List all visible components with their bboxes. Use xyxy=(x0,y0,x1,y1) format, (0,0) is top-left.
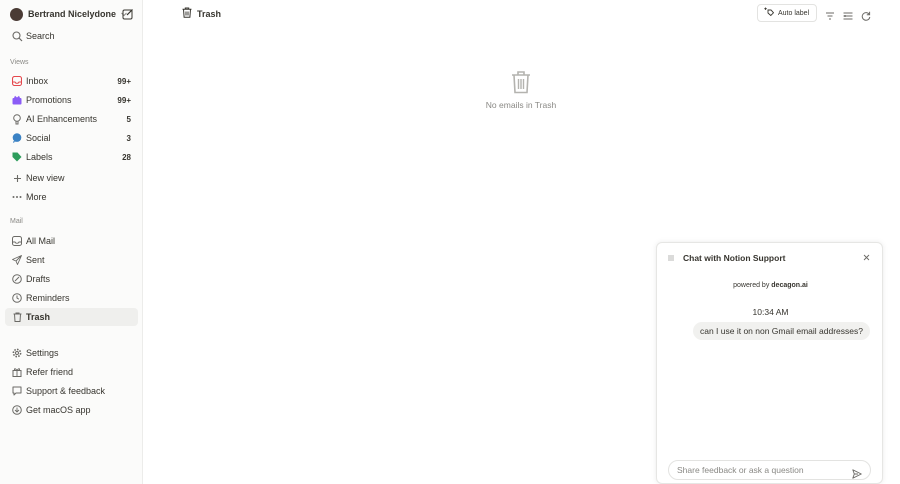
sidebar-item-settings[interactable]: Settings xyxy=(5,344,138,362)
sidebar-item-label: Trash xyxy=(26,312,51,322)
social-icon xyxy=(9,130,25,146)
sidebar-item-label: Support & feedback xyxy=(26,386,106,396)
sidebar-item-label: Labels xyxy=(26,152,53,162)
powered-by: powered by decagon.ai xyxy=(657,282,884,289)
sidebar-item-inbox[interactable]: Inbox 99+ xyxy=(5,72,138,90)
search-label: Search xyxy=(26,31,55,41)
sidebar-item-label: More xyxy=(26,192,47,202)
promotions-icon xyxy=(9,92,25,108)
sidebar-item-support[interactable]: Support & feedback xyxy=(5,382,138,400)
chat-input[interactable] xyxy=(677,465,847,475)
search-icon xyxy=(9,28,25,44)
page-header: Trash xyxy=(182,7,221,21)
account-name: Bertrand Nicelydone xyxy=(28,9,117,19)
magic-tag-icon xyxy=(764,4,775,22)
sidebar-item-label: New view xyxy=(26,173,65,183)
mail-section-label: Mail xyxy=(10,218,23,225)
sidebar-item-label: Drafts xyxy=(26,274,51,284)
empty-state: No emails in Trash xyxy=(470,70,572,110)
compose-icon[interactable] xyxy=(122,7,134,20)
user-message-bubble: can I use it on non Gmail email addresse… xyxy=(692,322,870,340)
download-icon xyxy=(9,402,25,418)
reminders-icon xyxy=(9,290,25,306)
chat-bubble-icon xyxy=(9,383,25,399)
sidebar-item-label: Sent xyxy=(26,255,45,265)
sidebar-item-ai-enhancements[interactable]: AI Enhancements 5 xyxy=(5,110,138,128)
filter-icon[interactable] xyxy=(825,8,835,20)
sidebar-item-label: All Mail xyxy=(26,236,56,246)
sidebar-item-trash[interactable]: Trash xyxy=(5,308,138,326)
empty-state-text: No emails in Trash xyxy=(485,100,557,110)
sidebar-item-label: Inbox xyxy=(26,76,49,86)
search-button[interactable]: Search xyxy=(5,27,138,45)
sidebar-item-label: Refer friend xyxy=(26,367,74,377)
page-title: Trash xyxy=(197,9,222,19)
new-view-button[interactable]: New view xyxy=(5,169,138,187)
sidebar-item-label: Reminders xyxy=(26,293,70,303)
views-section-label: Views xyxy=(10,59,29,66)
sidebar-item-all-mail[interactable]: All Mail xyxy=(5,232,138,250)
sidebar-item-reminders[interactable]: Reminders xyxy=(5,289,138,307)
unread-count: 5 xyxy=(126,114,131,124)
more-button[interactable]: More xyxy=(5,188,138,206)
sent-icon xyxy=(9,252,25,268)
sidebar-item-label: Promotions xyxy=(26,95,72,105)
trash-icon xyxy=(182,5,192,23)
sidebar-item-label: Social xyxy=(26,133,51,143)
message-timestamp: 10:34 AM xyxy=(752,307,789,317)
support-chat-panel: Chat with Notion Support powered by deca… xyxy=(656,242,883,484)
all-mail-icon xyxy=(9,233,25,249)
chat-header: Chat with Notion Support xyxy=(667,252,785,264)
sidebar-item-label: AI Enhancements xyxy=(26,114,98,124)
chat-title: Chat with Notion Support xyxy=(683,253,786,263)
avatar xyxy=(10,7,23,21)
unread-count: 99+ xyxy=(117,95,131,105)
trash-icon xyxy=(9,309,25,325)
lightbulb-icon xyxy=(9,111,25,127)
sidebar-item-label: Get macOS app xyxy=(26,405,91,415)
drag-handle-icon[interactable] xyxy=(667,249,675,267)
refresh-icon[interactable] xyxy=(861,8,871,21)
auto-label-button[interactable]: Auto label xyxy=(757,4,817,22)
powered-by-brand[interactable]: decagon.ai xyxy=(771,282,808,289)
auto-label-text: Auto label xyxy=(778,9,810,17)
inbox-icon xyxy=(9,73,25,89)
tag-icon xyxy=(9,149,25,165)
chat-input-box[interactable] xyxy=(668,460,871,480)
plus-icon xyxy=(9,170,25,186)
sidebar-item-refer-friend[interactable]: Refer friend xyxy=(5,363,138,381)
powered-by-prefix: powered by xyxy=(733,282,770,289)
list-view-icon[interactable] xyxy=(843,8,853,20)
sidebar-item-promotions[interactable]: Promotions 99+ xyxy=(5,91,138,109)
sidebar-item-drafts[interactable]: Drafts xyxy=(5,270,138,288)
account-switcher[interactable]: Bertrand Nicelydone xyxy=(10,6,128,22)
sidebar-item-social[interactable]: Social 3 xyxy=(5,129,138,147)
unread-count: 28 xyxy=(122,152,131,162)
unread-count: 99+ xyxy=(117,76,131,86)
close-icon[interactable] xyxy=(861,252,872,263)
more-icon xyxy=(9,189,25,205)
send-icon[interactable] xyxy=(852,466,862,479)
gift-icon xyxy=(9,364,25,380)
drafts-icon xyxy=(9,271,25,287)
sidebar: Bertrand Nicelydone Search Views Inbox 9… xyxy=(0,0,143,484)
gear-icon xyxy=(9,345,25,361)
sidebar-item-labels[interactable]: Labels 28 xyxy=(5,148,138,166)
unread-count: 3 xyxy=(126,133,131,143)
sidebar-item-get-app[interactable]: Get macOS app xyxy=(5,401,138,419)
sidebar-item-label: Settings xyxy=(26,348,59,358)
sidebar-item-sent[interactable]: Sent xyxy=(5,251,138,269)
large-trash-icon xyxy=(512,71,530,94)
